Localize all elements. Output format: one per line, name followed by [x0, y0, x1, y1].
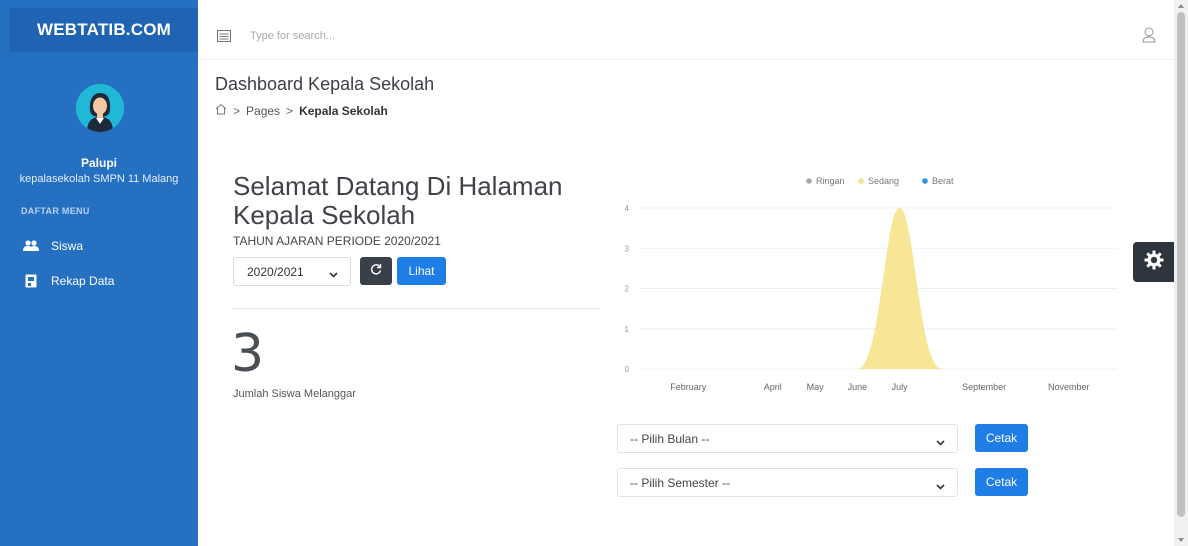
legend-label-ringan: Ringan — [816, 176, 845, 186]
sidebar-item-rekap-data[interactable]: Rekap Data — [10, 264, 198, 298]
x-tick-label: November — [1048, 382, 1090, 392]
legend-label-sedang: Sedang — [868, 176, 899, 186]
violation-count: 3 — [231, 324, 265, 384]
users-icon — [23, 239, 39, 253]
chevron-down-icon — [936, 479, 945, 493]
breadcrumb-separator-icon: > — [286, 103, 294, 118]
print-semester-button[interactable]: Cetak — [975, 468, 1028, 496]
year-select[interactable]: 2020/2021 — [233, 257, 351, 286]
violation-chart: 0 1 2 3 4 February April May June July September No… — [625, 176, 1117, 392]
avatar[interactable] — [76, 84, 124, 132]
home-icon[interactable] — [215, 103, 227, 118]
y-tick-label: 0 — [625, 365, 630, 374]
welcome-heading: Selamat Datang Di Halaman Kepala Sekolah — [233, 171, 563, 230]
scroll-down-icon[interactable] — [1178, 538, 1184, 542]
semester-select[interactable]: -- Pilih Semester -- — [617, 468, 958, 497]
sidebar: WEBTATIB.COM Palupi kepalasekolah SMPN 1… — [0, 0, 198, 546]
sidebar-item-label: Siswa — [51, 239, 84, 253]
menu-header: DAFTAR MENU — [21, 206, 90, 216]
academic-period: TAHUN AJARAN PERIODE 2020/2021 — [233, 234, 441, 248]
x-tick-label: September — [962, 382, 1006, 392]
x-tick-label: February — [670, 382, 707, 392]
refresh-button[interactable] — [360, 257, 392, 285]
file-icon — [23, 274, 39, 288]
violation-count-label: Jumlah Siswa Melanggar — [233, 388, 356, 400]
month-select-value: -- Pilih Bulan -- — [630, 431, 710, 446]
settings-button[interactable] — [1133, 242, 1174, 282]
gear-icon — [1144, 250, 1164, 275]
x-tick-label: July — [892, 382, 909, 392]
user-role: kepalasekolah SMPN 11 Malang — [19, 173, 179, 185]
y-tick-label: 4 — [625, 204, 630, 213]
y-tick-label: 1 — [625, 325, 630, 334]
user-profile-icon[interactable] — [1142, 27, 1156, 43]
lihat-button[interactable]: Lihat — [397, 257, 446, 285]
year-select-value: 2020/2021 — [247, 264, 304, 279]
breadcrumb-current: Kepala Sekolah — [299, 103, 388, 118]
legend-marker-sedang — [858, 178, 864, 184]
refresh-icon — [370, 262, 382, 280]
y-tick-label: 2 — [625, 285, 630, 294]
sidebar-item-label: Rekap Data — [51, 274, 115, 288]
print-month-button[interactable]: Cetak — [975, 424, 1028, 452]
y-tick-label: 3 — [625, 244, 630, 253]
menu-toggle-icon[interactable] — [217, 29, 231, 42]
legend-marker-ringan — [806, 178, 812, 184]
user-name: Palupi — [80, 156, 117, 170]
topbar — [198, 0, 1174, 60]
breadcrumb-separator-icon: > — [233, 103, 241, 118]
semester-select-value: -- Pilih Semester -- — [630, 475, 731, 490]
search-input[interactable] — [250, 26, 550, 46]
breadcrumb-pages[interactable]: Pages — [246, 104, 280, 118]
scroll-up-icon[interactable] — [1178, 4, 1184, 8]
x-tick-label: May — [807, 382, 825, 392]
divider — [233, 308, 599, 309]
breadcrumb: > Pages > Kepala Sekolah — [215, 103, 388, 118]
scrollbar-thumb[interactable] — [1177, 12, 1185, 517]
scrollbar[interactable] — [1174, 0, 1188, 546]
legend-marker-berat — [922, 178, 928, 184]
x-tick-label: June — [848, 382, 868, 392]
x-tick-label: April — [764, 382, 782, 392]
month-select[interactable]: -- Pilih Bulan -- — [617, 424, 958, 453]
chevron-down-icon — [936, 435, 945, 449]
chevron-down-icon — [329, 267, 338, 281]
sidebar-item-siswa[interactable]: Siswa — [10, 229, 198, 263]
brand-logo[interactable]: WEBTATIB.COM — [10, 8, 198, 52]
legend-label-berat: Berat — [932, 176, 954, 186]
page-title: Dashboard Kepala Sekolah — [215, 74, 435, 94]
